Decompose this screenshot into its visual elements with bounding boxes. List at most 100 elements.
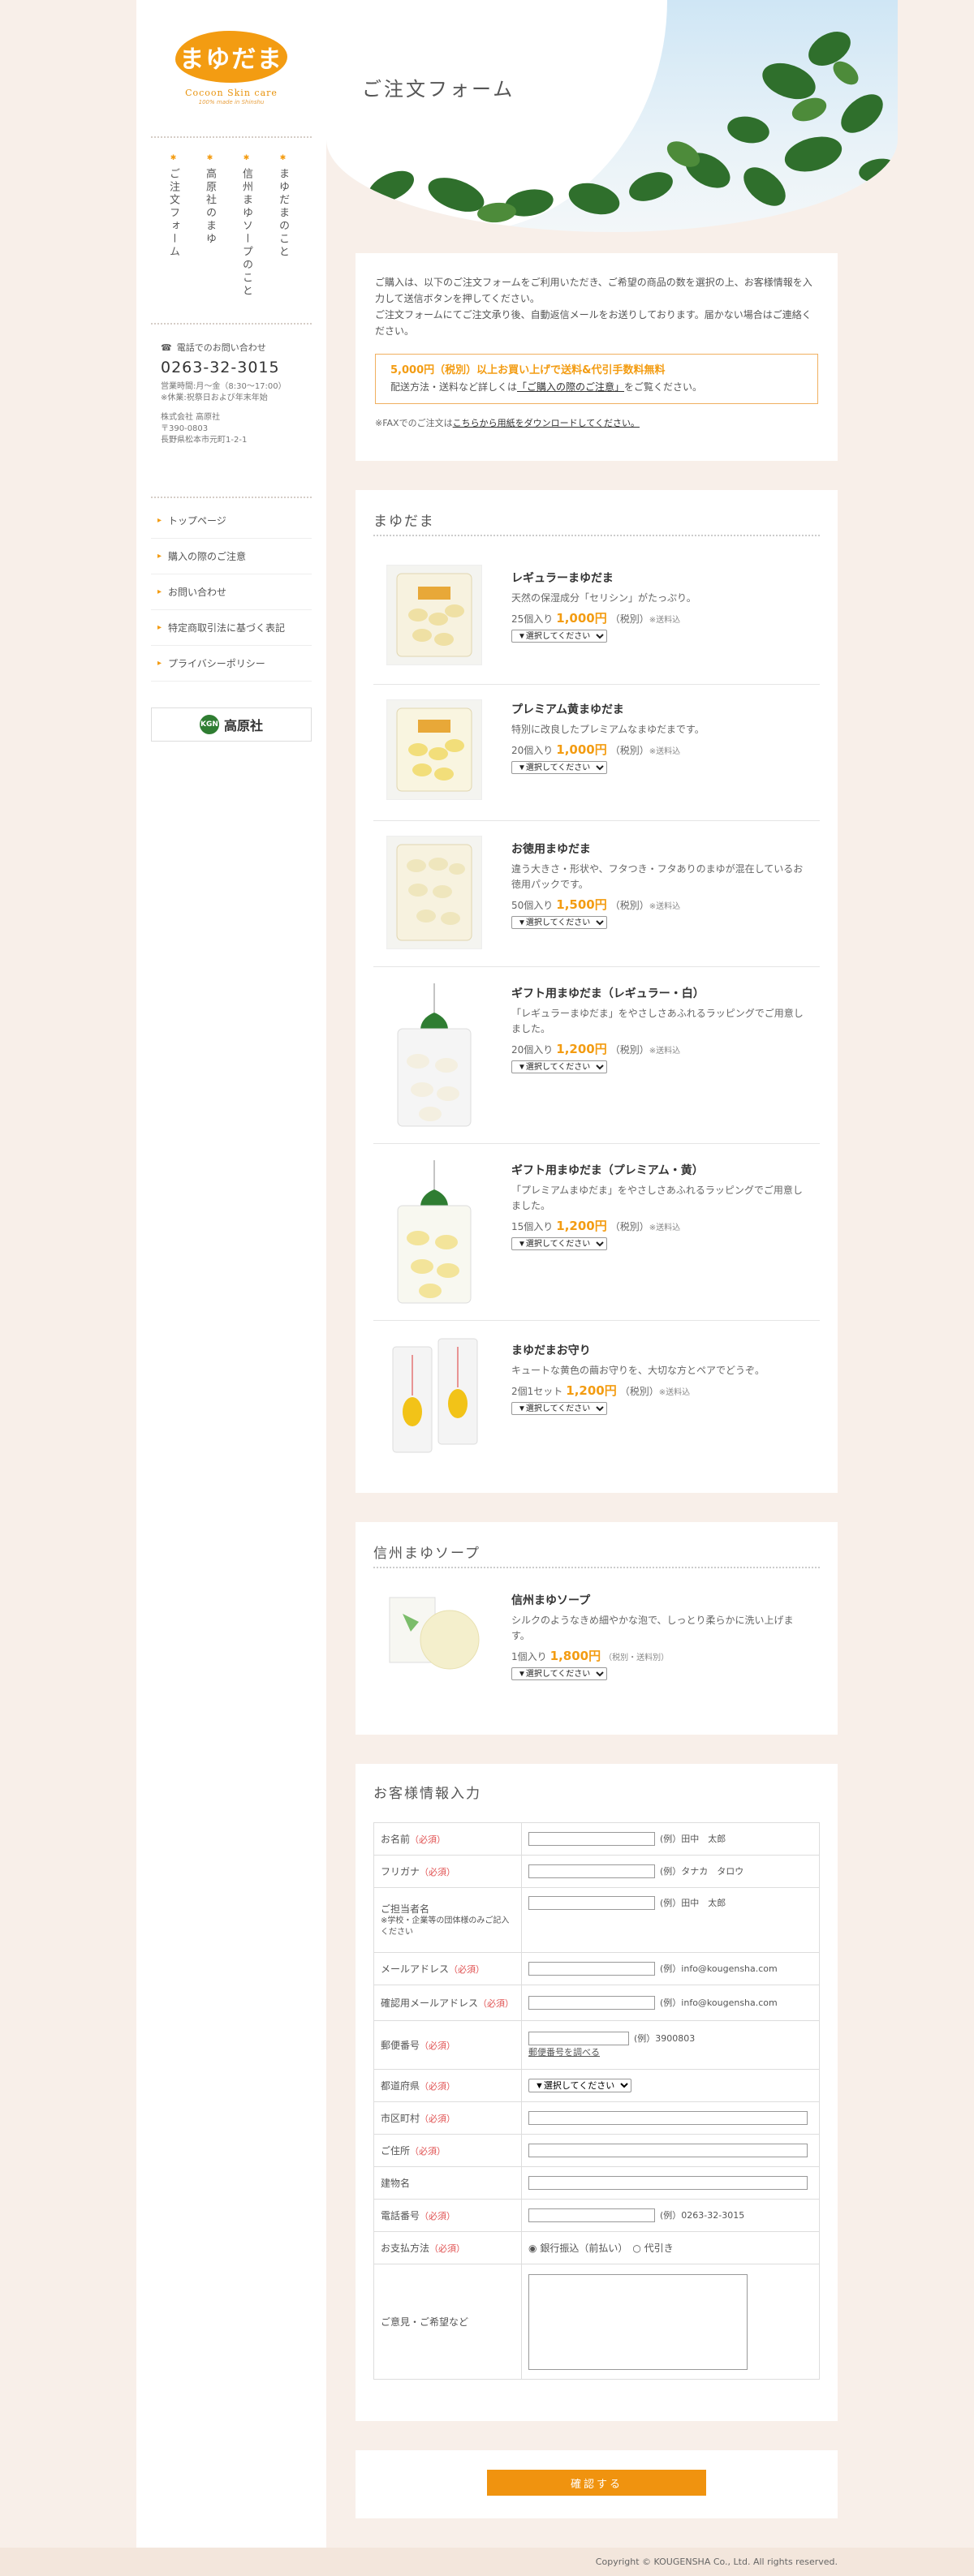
product-item: 信州まゆソープ シルクのようなきめ細やかな泡で、しっとり柔らかに洗い上げます。 … [373,1569,820,1723]
logo[interactable]: まゆだま [175,31,287,83]
product-name: ギフト用まゆだま（プレミアム・黄） [511,1164,704,1177]
quantity-select[interactable]: ▼選択してください [511,916,607,929]
side-nav-top[interactable]: ▸ トップページ [151,503,312,539]
field-example: (例）タナカ タロウ [660,1866,744,1877]
city-input[interactable] [528,2111,808,2125]
shipping-notice: 5,000円（税別）以上お買い上げで送料&代引手数料無料 配送方法・送料など詳し… [375,354,818,404]
sidebar: まゆだま Cocoon Skin care 100% made in Shins… [136,0,326,2548]
mayudama-section: まゆだま レギュラーまゆだま 天然の保湿成分「セリシン」がたっぷり。 25個入り… [356,490,838,1493]
confirm-button[interactable]: 確認する [487,2470,706,2496]
product-name: ギフト用まゆだま（レギュラー・白） [511,987,705,1000]
name-input[interactable] [528,1832,655,1846]
field-label: 電話番号（必須） [373,2199,522,2232]
field-label: お名前（必須） [373,1822,522,1856]
email-input[interactable] [528,1962,655,1976]
product-image [386,980,482,1131]
product-name: プレミアム黄まゆだま [511,703,624,716]
cocoon-pack-illustration [396,707,472,792]
product-desc: 「プレミアムまゆだま」をやさしさあふれるラッピングでご用意しました。 [511,1185,803,1211]
soap-section: 信州まゆソープ 信州まゆソープ シルクのようなきめ細やかな泡で、しっとり柔らかに… [356,1522,838,1735]
quantity-select[interactable]: ▼選択してください [511,1237,607,1250]
email-confirm-input[interactable] [528,1996,655,2010]
product-name: お徳用まゆだま [511,843,591,856]
product-desc: 特別に改良したプレミアムなまゆだまです。 [511,724,705,735]
vertical-nav: ✱ ご注文フォーム ✱ 高原社のまゆ ✱ 信州まゆソープのこと ✱ まゆだまのこと [166,154,291,298]
pay-bank-radio[interactable]: ◉ [528,2243,537,2254]
phone-icon: ☎ [161,342,172,353]
prefecture-select[interactable]: ▼選択してください [528,2079,631,2092]
quantity-select[interactable]: ▼選択してください [511,1060,607,1073]
quantity-select[interactable]: ▼選択してください [511,630,607,643]
cocoon-pack-illustration [396,573,472,657]
field-label: ご住所（必須） [373,2134,522,2167]
banner-text: 高原社 [223,718,263,733]
fax-download-link[interactable]: こちらから用紙をダウンロードしてください。 [453,418,640,428]
field-example: (例）田中 太郎 [660,1898,726,1908]
pay-option-label: 代引き [644,2243,674,2254]
quantity-select[interactable]: ▼選択してください [511,1402,607,1415]
product-item: ギフト用まゆだま（プレミアム・黄） 「プレミアムまゆだま」をやさしさあふれるラッ… [373,1144,820,1321]
divider [151,497,312,498]
address-input[interactable] [528,2144,808,2157]
field-label: 郵便番号（必須） [373,2020,522,2070]
contact-block: ☎ 電話でのお問い合わせ 0263-32-3015 営業時間:月〜金（8:30〜1… [161,341,307,446]
side-nav-notice[interactable]: ▸ 購入の際のご注意 [151,539,312,574]
product-name: 信州まゆソープ [511,1594,591,1607]
gift-pack-illustration [397,1160,472,1304]
contact-hours: 営業時間:月〜金（8:30〜17:00） ※休業:祝祭日および年末年始 [161,382,287,402]
hero-image: ご注文フォーム [326,0,898,232]
product-image [386,836,482,949]
copyright: Copyright © KOUGENSHA Co., Ltd. All righ… [595,2557,838,2567]
message-textarea[interactable] [528,2273,748,2370]
product-price: 50個入り 1,500円 （税別）※送料込 [511,897,681,912]
bullet-icon: ▸ [157,623,162,632]
section-title: 信州まゆソープ [373,1546,481,1562]
kougensha-banner[interactable]: KGN 高原社 [151,707,312,742]
field-example: (例）0263-32-3015 [660,2210,745,2221]
building-input[interactable] [528,2176,808,2190]
quantity-select[interactable]: ▼選択してください [511,1667,607,1680]
side-nav-privacy[interactable]: ▸ プライバシーポリシー [151,646,312,682]
product-image [386,699,482,800]
kana-input[interactable] [528,1864,655,1878]
bullet-icon: ▸ [157,587,162,596]
field-label: 都道府県（必須） [373,2069,522,2102]
tel-input[interactable] [528,2208,655,2222]
product-desc: 「レギュラーまゆだま」をやさしさあふれるラッピングでご用意しました。 [511,1008,804,1034]
star-icon: ✱ [278,154,287,165]
product-name: レギュラーまゆだま [511,572,614,585]
soap-illustration [389,1597,480,1670]
gift-pack-illustration [397,983,472,1127]
side-nav-law[interactable]: ▸ 特定商取引法に基づく表記 [151,610,312,646]
field-example: (例）info@kougensha.com [660,1963,778,1974]
vnav-soap[interactable]: ✱ 信州まゆソープのこと [239,154,254,298]
customer-form-section: お客様情報入力 お名前（必須） (例）田中 太郎 フリガナ（必須） (例）タナカ タ… [356,1764,838,2421]
footer: Copyright © KOUGENSHA Co., Ltd. All righ… [0,2548,974,2576]
field-label: 建物名 [373,2166,522,2200]
intro-card: ご購入は、以下のご注文フォームをご利用いただき、ご希望の商品の数を選択の上、お客… [356,253,838,461]
zip-lookup-link[interactable]: 郵便番号を調べる [528,2047,600,2058]
notice-link[interactable]: 「ご購入の際のご注意」 [517,381,624,393]
person-input[interactable] [528,1896,655,1910]
vnav-cocoon[interactable]: ✱ 高原社のまゆ [202,154,218,298]
product-image [386,1331,482,1460]
product-item: レギュラーまゆだま 天然の保湿成分「セリシン」がたっぷり。 25個入り 1,000… [373,555,820,685]
quantity-select[interactable]: ▼選択してください [511,761,607,774]
omamori-illustration [392,1338,478,1453]
bullet-icon: ▸ [157,552,162,561]
side-nav: ▸ トップページ ▸ 購入の際のご注意 ▸ お問い合わせ ▸ 特定商取引法に基づく表記 … [151,503,312,682]
section-title: お客様情報入力 [373,1786,481,1802]
field-label: ご意見・ご希望など [373,2264,522,2380]
zip-input[interactable] [528,2032,629,2045]
logo-subtagline: 100% made in Shinshu [198,99,265,105]
product-item: お徳用まゆだま 違う大きさ・形状や、フタつき・フタありのまゆが混在しているお徳用… [373,821,820,967]
pay-cod-radio[interactable]: ○ [632,2243,640,2254]
logo-tagline: Cocoon Skin care [185,88,278,98]
side-nav-contact[interactable]: ▸ お問い合わせ [151,574,312,610]
product-desc: シルクのようなきめ細やかな泡で、しっとり柔らかに洗い上げます。 [511,1615,794,1641]
vnav-order-form[interactable]: ✱ ご注文フォーム [166,154,181,298]
vnav-about[interactable]: ✱ まゆだまのこと [275,154,291,298]
field-label: メールアドレス（必須） [373,1952,522,1985]
section-divider [373,535,820,536]
notice-detail: 配送方法・送料など詳しくは「ご購入の際のご注意」をご覧ください。 [390,381,703,393]
